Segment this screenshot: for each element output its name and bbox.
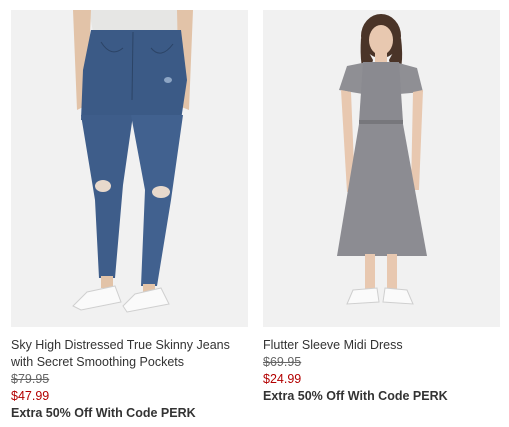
product-image-jeans[interactable]: [11, 10, 248, 327]
original-price: $79.95: [11, 372, 50, 386]
jeans-photo: [11, 10, 248, 327]
product-card: Flutter Sleeve Midi Dress $69.95 $24.99 …: [263, 10, 500, 405]
product-name-link[interactable]: Flutter Sleeve Midi Dress: [263, 337, 500, 354]
sale-price: $24.99: [263, 372, 302, 386]
product-image-dress[interactable]: [263, 10, 500, 327]
product-grid: Sky High Distressed True Skinny Jeans wi…: [0, 0, 509, 427]
product-card: Sky High Distressed True Skinny Jeans wi…: [11, 10, 248, 422]
product-info: Sky High Distressed True Skinny Jeans wi…: [11, 327, 248, 422]
product-info: Flutter Sleeve Midi Dress $69.95 $24.99 …: [263, 327, 500, 405]
dress-photo: [263, 10, 500, 327]
promo-text: Extra 50% Off With Code PERK: [263, 389, 448, 403]
original-price: $69.95: [263, 355, 302, 369]
sale-price: $47.99: [11, 389, 50, 403]
promo-text: Extra 50% Off With Code PERK: [11, 406, 196, 420]
product-name-link[interactable]: Sky High Distressed True Skinny Jeans wi…: [11, 337, 248, 371]
